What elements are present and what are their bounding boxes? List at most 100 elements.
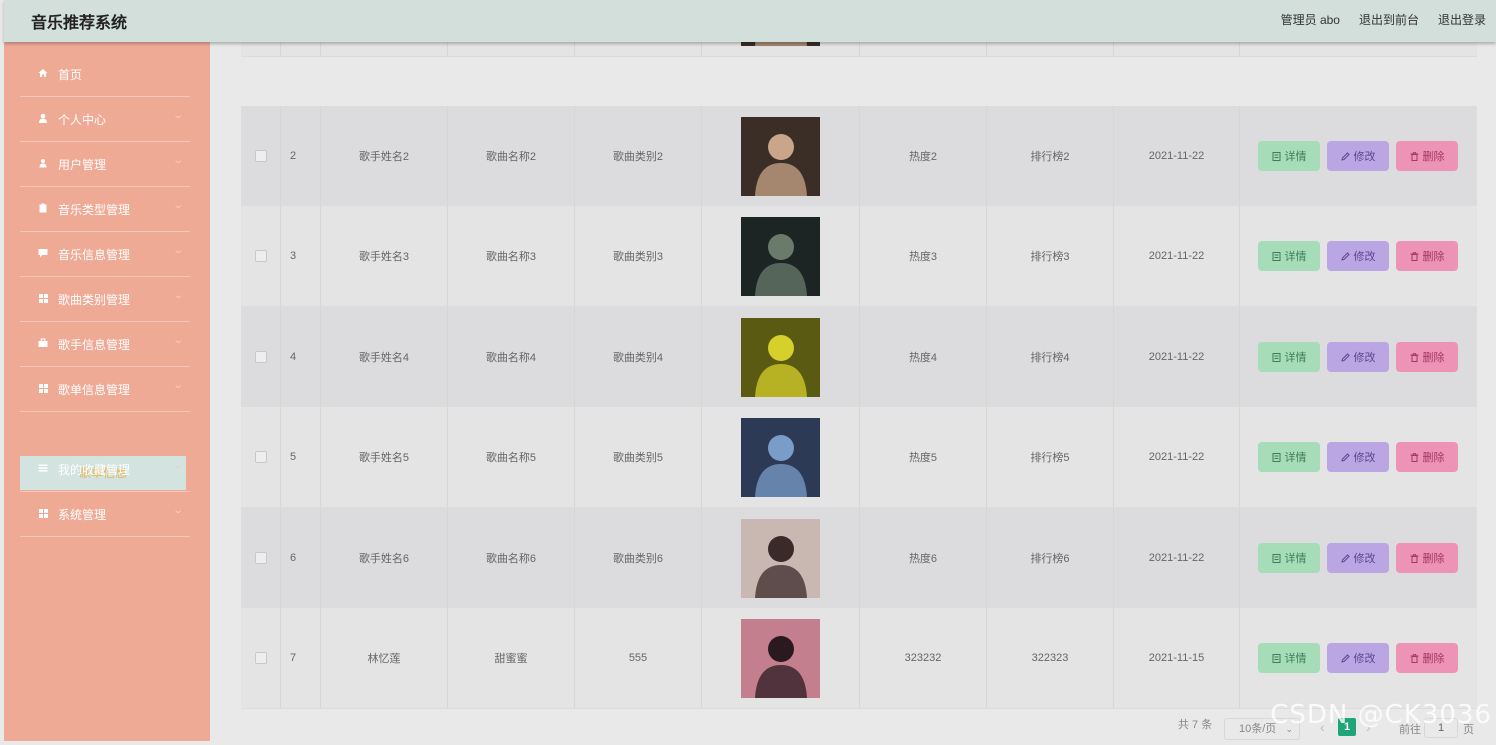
cell-no: 4 bbox=[281, 307, 321, 407]
list-icon bbox=[38, 463, 48, 473]
edit-button[interactable]: 修改 bbox=[1327, 643, 1389, 673]
logout-link[interactable]: 退出登录 bbox=[1438, 11, 1486, 28]
cell-singer: 林忆莲 bbox=[321, 608, 448, 708]
document-icon bbox=[1272, 352, 1280, 362]
edit-button[interactable]: 修改 bbox=[1327, 543, 1389, 573]
nav-item-singer-info[interactable]: 歌手信息管理 ⌄ bbox=[20, 322, 190, 367]
watermark: CSDN @CK3036 bbox=[1270, 700, 1492, 730]
chevron-down-icon: ⌄ bbox=[171, 155, 184, 166]
row-checkbox[interactable] bbox=[254, 451, 267, 463]
detail-button[interactable]: 详情 bbox=[1258, 543, 1320, 573]
nav-item-users[interactable]: 用户管理 ⌄ bbox=[20, 142, 190, 187]
delete-label: 删除 bbox=[1422, 352, 1445, 364]
nav-label: 系统管理 bbox=[58, 508, 107, 522]
nav-item-system[interactable]: 系统管理 ⌄ bbox=[20, 492, 190, 537]
cell-singer: 歌手姓名3 bbox=[321, 206, 448, 306]
delete-label: 删除 bbox=[1422, 452, 1445, 464]
edit-button[interactable]: 修改 bbox=[1327, 342, 1389, 372]
edit-button[interactable]: 修改 bbox=[1327, 141, 1389, 171]
cover-cell bbox=[702, 608, 860, 708]
row-checkbox[interactable] bbox=[254, 351, 267, 363]
document-icon bbox=[1272, 151, 1280, 161]
nav-item-profile[interactable]: 个人中心 ⌄ bbox=[20, 97, 190, 142]
cell-date: 2021-11-15 bbox=[1114, 608, 1240, 708]
cell-song: 歌曲名称2 bbox=[448, 106, 575, 206]
users-icon bbox=[38, 158, 48, 168]
detail-button[interactable]: 详情 bbox=[1258, 442, 1320, 472]
edit-label: 修改 bbox=[1353, 352, 1376, 364]
delete-label: 删除 bbox=[1422, 251, 1445, 263]
detail-button[interactable]: 详情 bbox=[1258, 141, 1320, 171]
cell-rank: 排行榜6 bbox=[987, 508, 1114, 608]
detail-label: 详情 bbox=[1284, 452, 1307, 464]
pencil-icon bbox=[1340, 653, 1350, 663]
row-checkbox[interactable] bbox=[254, 652, 267, 664]
delete-button[interactable]: 删除 bbox=[1396, 141, 1458, 171]
delete-button[interactable]: 删除 bbox=[1396, 543, 1458, 573]
trash-icon bbox=[1410, 653, 1418, 663]
delete-button[interactable]: 删除 bbox=[1396, 241, 1458, 271]
nav-item-music-info[interactable]: 音乐信息管理 ⌄ bbox=[20, 232, 190, 277]
trash-icon bbox=[1410, 151, 1418, 161]
row-checkbox[interactable] bbox=[254, 552, 267, 564]
cell-rank: 排行榜2 bbox=[987, 106, 1114, 206]
cell-heat: 热度5 bbox=[860, 407, 987, 507]
table-row: 2 歌手姓名2 歌曲名称2 歌曲类别2 热度2 排行榜2 2021-11-22 详情 修改 删除 bbox=[241, 106, 1477, 207]
nav-item-song-category[interactable]: 歌曲类别管理 ⌄ bbox=[20, 277, 190, 322]
delete-button[interactable]: 删除 bbox=[1396, 643, 1458, 673]
cell-song: 歌曲名称3 bbox=[448, 206, 575, 306]
detail-button[interactable]: 详情 bbox=[1258, 241, 1320, 271]
chevron-down-icon: ⌄ bbox=[171, 335, 184, 346]
cell-heat: 323232 bbox=[860, 608, 987, 708]
admin-user-label: 管理员 abo bbox=[1280, 13, 1340, 27]
detail-label: 详情 bbox=[1284, 251, 1307, 263]
chevron-up-icon: ⌄ bbox=[171, 380, 184, 391]
cell-category: 歌曲类别5 bbox=[575, 407, 702, 507]
detail-label: 详情 bbox=[1284, 653, 1307, 665]
document-icon bbox=[1272, 452, 1280, 462]
cell-category: 歌曲类别3 bbox=[575, 206, 702, 306]
actions-cell: 详情 修改 删除 bbox=[1240, 307, 1477, 407]
delete-button[interactable]: 删除 bbox=[1396, 342, 1458, 372]
cell-no: 5 bbox=[281, 407, 321, 507]
detail-label: 详情 bbox=[1284, 151, 1307, 163]
cell-no: 3 bbox=[281, 206, 321, 306]
actions-cell: 详情 修改 删除 bbox=[1240, 407, 1477, 507]
exit-to-front-link[interactable]: 退出到前台 bbox=[1359, 11, 1419, 28]
home-icon bbox=[38, 68, 48, 78]
cell-song: 甜蜜蜜 bbox=[448, 608, 575, 708]
nav-item-home[interactable]: 首页 bbox=[20, 52, 190, 97]
nav-item-music-type[interactable]: 音乐类型管理 ⌄ bbox=[20, 187, 190, 232]
detail-button[interactable]: 详情 bbox=[1258, 342, 1320, 372]
cell-category: 歌曲类别6 bbox=[575, 508, 702, 608]
nav-item-favorites[interactable]: 我的收藏管理 ⌄ bbox=[20, 447, 190, 492]
delete-button[interactable]: 删除 bbox=[1396, 442, 1458, 472]
trash-icon bbox=[1410, 352, 1418, 362]
row-select-cell bbox=[241, 608, 281, 708]
chevron-down-icon: ⌄ bbox=[171, 290, 184, 301]
cover-image bbox=[741, 618, 820, 698]
cell-no: 2 bbox=[281, 106, 321, 206]
cover-cell bbox=[702, 307, 860, 407]
nav-label: 音乐信息管理 bbox=[58, 248, 131, 262]
nav-item-playlist[interactable]: 歌单信息管理 ⌄ bbox=[20, 367, 190, 412]
grid-icon bbox=[38, 383, 48, 393]
edit-button[interactable]: 修改 bbox=[1327, 241, 1389, 271]
grid-icon bbox=[38, 293, 48, 303]
sidebar: 首页 个人中心 ⌄ 用户管理 ⌄ 音乐类型管理 ⌄ 音乐信息管理 ⌄ 歌曲类别管… bbox=[4, 42, 210, 741]
pencil-icon bbox=[1340, 452, 1350, 462]
cover-cell bbox=[702, 407, 860, 507]
table-row: 5 歌手姓名5 歌曲名称5 歌曲类别5 热度5 排行榜5 2021-11-22 详情 修改 删除 bbox=[241, 407, 1477, 508]
edit-button[interactable]: 修改 bbox=[1327, 442, 1389, 472]
playlist-table: 1歌手姓名1歌曲名称1歌曲类别1热度1排行榜12021-11-22详情修改删除2… bbox=[241, 0, 1477, 710]
row-checkbox[interactable] bbox=[254, 150, 267, 162]
cover-image bbox=[741, 417, 820, 497]
cell-no: 7 bbox=[281, 608, 321, 708]
cell-category: 歌曲类别4 bbox=[575, 307, 702, 407]
edit-label: 修改 bbox=[1353, 452, 1376, 464]
document-icon bbox=[1272, 553, 1280, 563]
row-checkbox[interactable] bbox=[254, 250, 267, 262]
detail-button[interactable]: 详情 bbox=[1258, 643, 1320, 673]
cell-rank: 322323 bbox=[987, 608, 1114, 708]
nav-label: 用户管理 bbox=[58, 158, 107, 172]
